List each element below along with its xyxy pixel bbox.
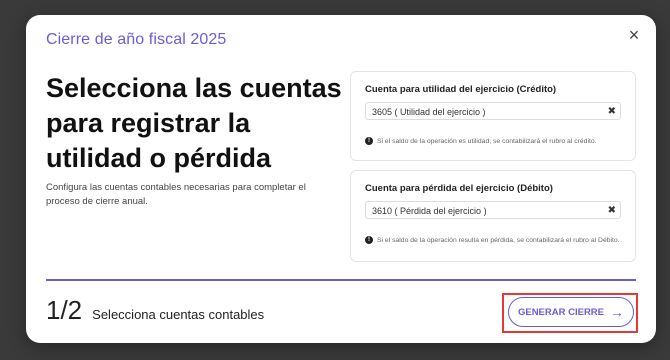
credit-info-text: Si el saldo de la operación es utilidad,… [377, 137, 597, 145]
debit-account-card: Cuenta para pérdida del ejercicio (Débit… [350, 170, 636, 262]
credit-account-label: Cuenta para utilidad del ejercicio (Créd… [365, 84, 557, 95]
debit-info-text: Si el saldo de la operación resulta en p… [377, 236, 620, 244]
debit-account-value: 3610 ( Pérdida del ejercicio ) [372, 206, 487, 216]
progress-divider [46, 279, 636, 281]
step-indicator: 1/2 Selecciona cuentas contables [46, 295, 264, 326]
credit-info-row: ! Si el saldo de la operación es utilida… [365, 137, 597, 145]
debit-account-select[interactable]: 3610 ( Pérdida del ejercicio ) ✖ [365, 201, 621, 219]
generate-close-button[interactable]: GENERAR CIERRE → [508, 297, 634, 327]
description-text: Configura las cuentas contables necesari… [46, 182, 306, 207]
clear-icon[interactable]: ✖ [608, 103, 616, 121]
info-icon: ! [365, 137, 373, 145]
generate-close-label: GENERAR CIERRE [517, 306, 605, 318]
step-label: Selecciona cuentas contables [92, 307, 265, 322]
clear-icon[interactable]: ✖ [608, 202, 616, 220]
credit-account-card: Cuenta para utilidad del ejercicio (Créd… [350, 71, 636, 161]
close-icon[interactable]: × [624, 25, 644, 45]
arrow-right-icon: → [610, 304, 625, 320]
step-number: 1/2 [46, 295, 83, 325]
debit-info-row: ! Si el saldo de la operación resulta en… [365, 236, 620, 244]
fiscal-close-modal: Cierre de año fiscal 2025 × Selecciona l… [26, 15, 656, 343]
page-heading: Selecciona las cuentas para registrar la… [46, 73, 342, 173]
info-icon: ! [365, 236, 373, 244]
credit-account-value: 3605 ( Utilidad del ejercicio ) [372, 107, 486, 117]
modal-title: Cierre de año fiscal 2025 [46, 31, 227, 48]
debit-account-label: Cuenta para pérdida del ejercicio (Débit… [365, 183, 553, 194]
credit-account-select[interactable]: 3605 ( Utilidad del ejercicio ) ✖ [365, 102, 621, 120]
